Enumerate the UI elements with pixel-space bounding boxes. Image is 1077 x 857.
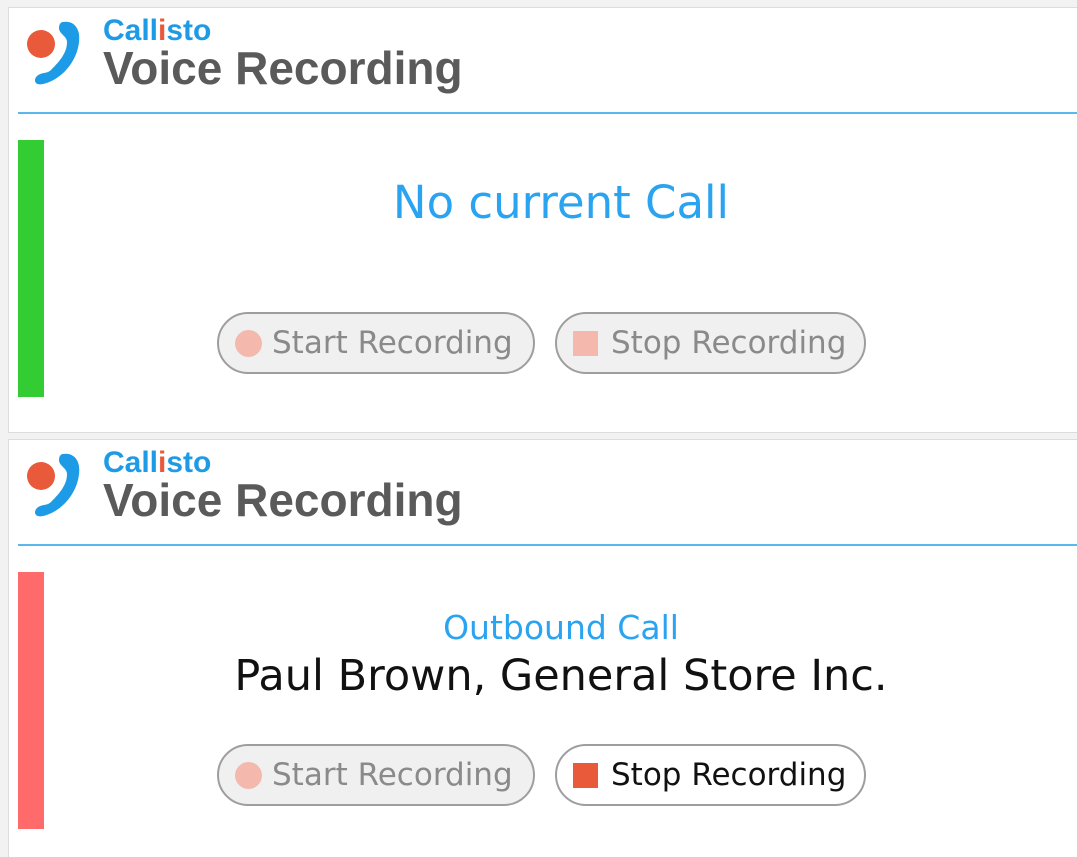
caller-name: Paul Brown, General Store Inc. bbox=[234, 651, 888, 701]
call-status-text: No current Call bbox=[392, 176, 730, 229]
phone-handset-icon bbox=[27, 453, 80, 517]
call-direction-text: Outbound Call bbox=[443, 608, 679, 647]
recorder-panel-active: Callisto Voice Recording Outbound Call P… bbox=[8, 439, 1077, 857]
start-recording-button[interactable]: Start Recording bbox=[217, 312, 535, 374]
app-header: Callisto Voice Recording bbox=[9, 8, 1077, 114]
record-dot-icon bbox=[235, 761, 262, 789]
start-recording-label: Start Recording bbox=[272, 757, 513, 793]
stop-square-icon bbox=[573, 330, 598, 356]
stop-recording-button[interactable]: Stop Recording bbox=[555, 744, 866, 806]
start-recording-label: Start Recording bbox=[272, 325, 513, 361]
start-recording-button[interactable]: Start Recording bbox=[217, 744, 535, 806]
phone-handset-icon bbox=[27, 21, 80, 85]
app-header: Callisto Voice Recording bbox=[9, 440, 1077, 546]
stop-recording-label: Stop Recording bbox=[611, 325, 847, 361]
stop-square-icon bbox=[573, 762, 598, 788]
header-divider bbox=[18, 112, 1077, 114]
stop-recording-button[interactable]: Stop Recording bbox=[555, 312, 866, 374]
app-title: Voice Recording bbox=[103, 474, 463, 526]
recorder-panel-idle: Callisto Voice Recording No current Call… bbox=[8, 7, 1077, 433]
app-title: Voice Recording bbox=[103, 42, 463, 94]
call-state-indicator bbox=[18, 140, 44, 397]
header-divider bbox=[18, 544, 1077, 546]
stop-recording-label: Stop Recording bbox=[611, 757, 847, 793]
call-state-indicator bbox=[18, 572, 44, 829]
record-dot-icon bbox=[235, 329, 262, 357]
